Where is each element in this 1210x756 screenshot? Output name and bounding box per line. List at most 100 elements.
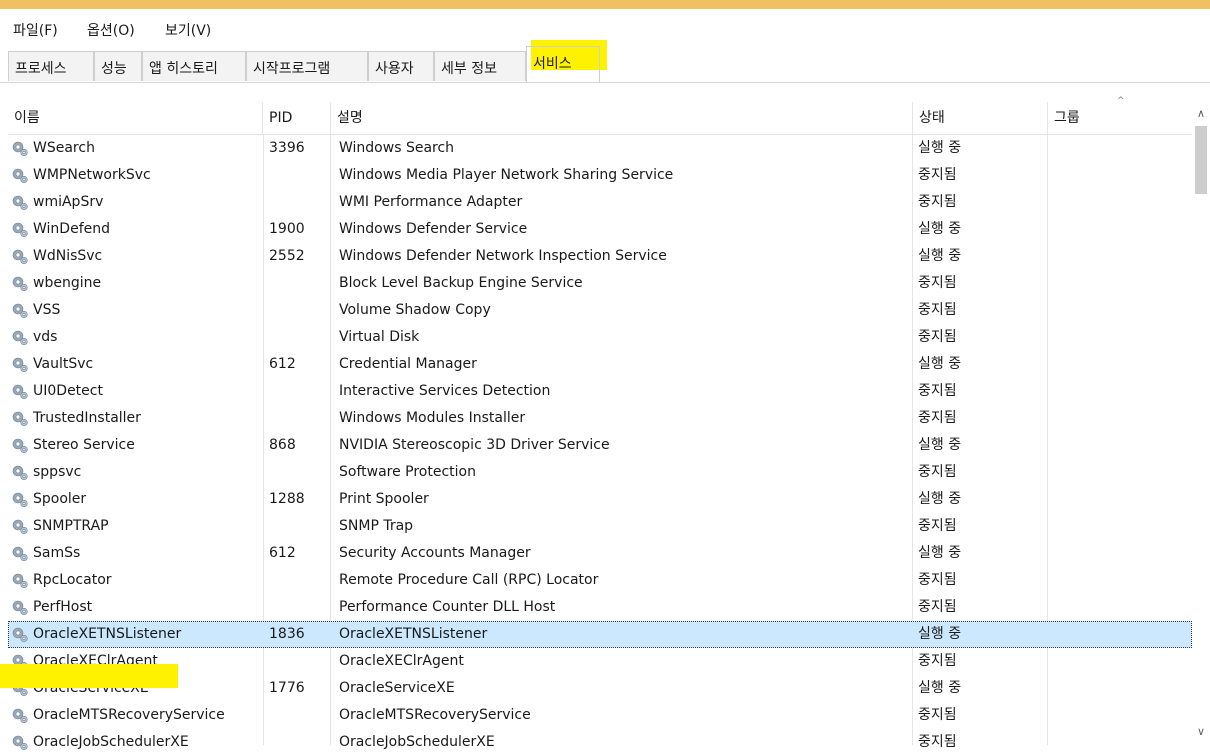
service-name: Spooler — [33, 491, 87, 507]
column-header-name[interactable]: 이름 — [8, 102, 263, 134]
scroll-thumb[interactable] — [1195, 126, 1207, 194]
service-status: 중지됨 — [918, 329, 957, 345]
table-row[interactable]: Spooler 1288 Print Spooler 실행 중 — [8, 486, 1192, 513]
tab-services[interactable]: 서비스 — [526, 46, 600, 83]
service-gear-icon — [11, 734, 29, 752]
table-row[interactable]: PerfHost Performance Counter DLL Host 중지됨 — [8, 594, 1192, 621]
table-row[interactable]: VaultSvc 612 Credential Manager 실행 중 — [8, 351, 1192, 378]
service-name: PerfHost — [33, 599, 93, 615]
service-gear-icon — [11, 248, 29, 266]
service-name: sppsvc — [33, 464, 82, 480]
service-description: Windows Modules Installer — [339, 410, 526, 426]
table-row[interactable]: OracleServiceXE 1776 OracleServiceXE 실행 중 — [8, 675, 1192, 702]
service-description: OracleServiceXE — [339, 680, 455, 696]
service-pid: 1288 — [269, 491, 305, 507]
tab-users[interactable]: 사용자 — [368, 51, 434, 81]
table-row[interactable]: Stereo Service 868 NVIDIA Stereoscopic 3D … — [8, 432, 1192, 459]
table-row[interactable]: OracleXETNSListener 1836 OracleXETNSListen… — [8, 621, 1192, 648]
tab-app-history[interactable]: 앱 히스토리 — [142, 51, 246, 81]
service-status: 실행 중 — [918, 248, 962, 264]
highlight-mark-row — [0, 664, 178, 688]
scroll-down-icon[interactable]: ∨ — [1192, 722, 1210, 742]
menu-file[interactable]: 파일(F) — [13, 20, 58, 40]
table-row[interactable]: OracleJobSchedulerXE OracleJobSchedulerXE… — [8, 729, 1192, 756]
scroll-up-icon[interactable]: ∧ — [1192, 104, 1210, 124]
service-name: vds — [33, 329, 58, 345]
service-status: 중지됨 — [918, 167, 957, 183]
service-name: Stereo Service — [33, 437, 135, 453]
column-header-group[interactable]: 그룹 — [1048, 102, 1192, 134]
service-description: OracleXETNSListener — [339, 626, 488, 642]
service-description: Windows Search — [339, 140, 455, 156]
tab-label: 성능 — [101, 61, 127, 77]
service-description: Windows Media Player Network Sharing Ser… — [339, 167, 674, 183]
service-gear-icon — [11, 383, 29, 401]
table-row[interactable]: vds Virtual Disk 중지됨 — [8, 324, 1192, 351]
table-row[interactable]: OracleMTSRecoveryService OracleMTSRecover… — [8, 702, 1192, 729]
column-header-status[interactable]: 상태 — [913, 102, 1048, 134]
service-status: 중지됨 — [918, 653, 957, 669]
service-status: 중지됨 — [918, 194, 957, 210]
tab-details[interactable]: 세부 정보 — [434, 51, 526, 81]
service-description: OracleXEClrAgent — [339, 653, 464, 669]
service-status: 중지됨 — [918, 383, 957, 399]
table-row[interactable]: WdNisSvc 2552 Windows Defender Network Ins… — [8, 243, 1192, 270]
table-row[interactable]: WMPNetworkSvc Windows Media Player Networ… — [8, 162, 1192, 189]
service-name: RpcLocator — [33, 572, 112, 588]
service-description: Windows Defender Service — [339, 221, 528, 237]
service-status: 실행 중 — [918, 545, 962, 561]
tab-label: 사용자 — [375, 61, 414, 77]
service-name: VSS — [33, 302, 61, 318]
service-gear-icon — [11, 329, 29, 347]
service-status: 실행 중 — [918, 356, 962, 372]
service-status: 중지됨 — [918, 734, 957, 750]
table-row[interactable]: wmiApSrv WMI Performance Adapter 중지됨 — [8, 189, 1192, 216]
table-row[interactable]: UI0Detect Interactive Services Detection 중… — [8, 378, 1192, 405]
service-gear-icon — [11, 140, 29, 158]
menu-options[interactable]: 옵션(O) — [87, 20, 135, 40]
tab-label: 세부 정보 — [441, 61, 497, 77]
service-name: TrustedInstaller — [33, 410, 141, 426]
service-gear-icon — [11, 464, 29, 482]
table-row[interactable]: OracleXEClrAgent OracleXEClrAgent 중지됨 — [8, 648, 1192, 675]
tab-performance[interactable]: 성능 — [94, 51, 142, 81]
tab-label: 서비스 — [533, 56, 572, 72]
menu-bar: 파일(F) 옵션(O) 보기(V) — [0, 9, 1210, 43]
table-row[interactable]: sppsvc Software Protection 중지됨 — [8, 459, 1192, 486]
service-gear-icon — [11, 221, 29, 239]
menu-view[interactable]: 보기(V) — [165, 20, 211, 40]
service-name: WSearch — [33, 140, 95, 156]
table-row[interactable]: WinDefend 1900 Windows Defender Service 실행 … — [8, 216, 1192, 243]
service-name: VaultSvc — [33, 356, 94, 372]
table-row[interactable]: RpcLocator Remote Procedure Call (RPC) Lo… — [8, 567, 1192, 594]
service-description: NVIDIA Stereoscopic 3D Driver Service — [339, 437, 610, 453]
tab-processes[interactable]: 프로세스 — [8, 51, 94, 81]
service-description: Security Accounts Manager — [339, 545, 531, 561]
service-status: 실행 중 — [918, 437, 962, 453]
vertical-scrollbar[interactable]: ∧ ∨ — [1192, 102, 1210, 745]
tab-label: 앱 히스토리 — [149, 61, 218, 77]
table-row[interactable]: WSearch 3396 Windows Search 실행 중 — [8, 135, 1192, 162]
column-header-pid[interactable]: PID — [263, 102, 331, 134]
table-row[interactable]: VSS Volume Shadow Copy 중지됨 — [8, 297, 1192, 324]
service-gear-icon — [11, 707, 29, 725]
table-row[interactable]: SamSs 612 Security Accounts Manager 실행 중 — [8, 540, 1192, 567]
table-row[interactable]: SNMPTRAP SNMP Trap 중지됨 — [8, 513, 1192, 540]
service-description: OracleJobSchedulerXE — [339, 734, 495, 750]
service-name: SamSs — [33, 545, 81, 561]
service-name: OracleMTSRecoveryService — [33, 707, 225, 723]
service-name: OracleXETNSListener — [33, 626, 182, 642]
service-status: 실행 중 — [918, 221, 962, 237]
table-row[interactable]: TrustedInstaller Windows Modules Installe… — [8, 405, 1192, 432]
table-row[interactable]: wbengine Block Level Backup Engine Servic… — [8, 270, 1192, 297]
service-gear-icon — [11, 518, 29, 536]
service-description: OracleMTSRecoveryService — [339, 707, 531, 723]
service-gear-icon — [11, 491, 29, 509]
tab-startup[interactable]: 시작프로그램 — [246, 51, 368, 81]
service-description: Virtual Disk — [339, 329, 420, 345]
service-pid: 1836 — [269, 626, 305, 642]
service-description: Block Level Backup Engine Service — [339, 275, 583, 291]
service-pid: 612 — [269, 356, 296, 372]
column-header-description[interactable]: 설명 — [331, 102, 913, 134]
service-description: Print Spooler — [339, 491, 429, 507]
